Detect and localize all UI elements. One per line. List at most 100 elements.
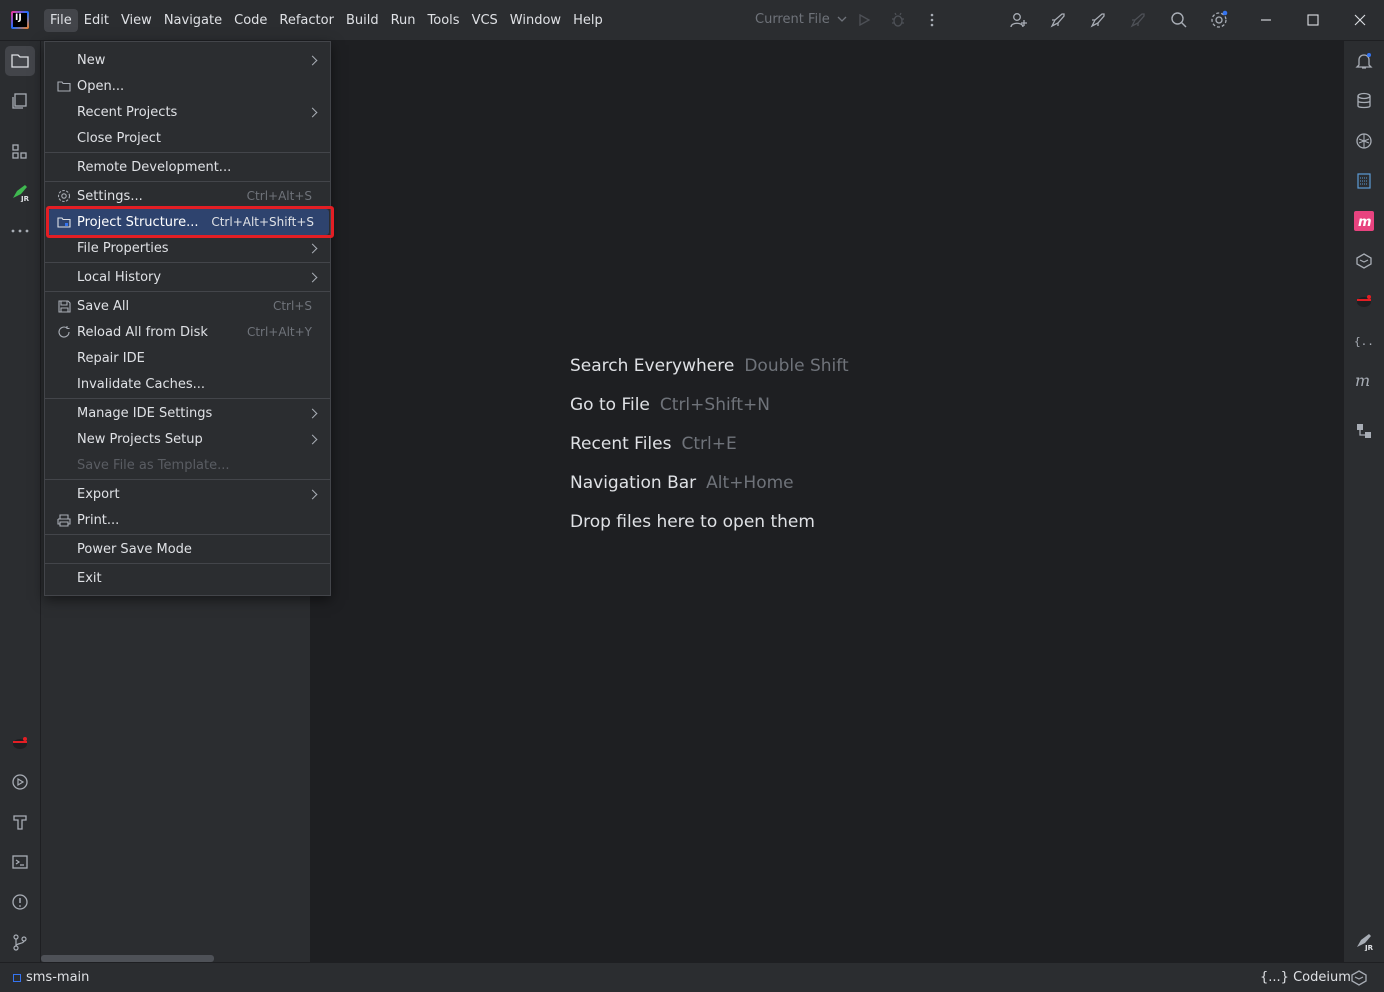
svg-text:m: m (1355, 373, 1370, 389)
submenu-arrow-icon (307, 55, 318, 65)
add-user-icon[interactable] (1009, 10, 1029, 30)
menu-item-recent-projects[interactable]: Recent Projects (45, 99, 330, 125)
bookmarks-icon[interactable] (10, 91, 30, 111)
build-hammer-icon[interactable] (10, 812, 30, 832)
status-codeium-widget[interactable]: {...} Codeium (1260, 970, 1351, 985)
json-braces-icon[interactable]: {..} (1354, 331, 1374, 351)
menu-navigate[interactable]: Navigate (158, 9, 228, 32)
search-icon[interactable] (1169, 10, 1189, 30)
menu-tools[interactable]: Tools (422, 9, 466, 32)
intellij-logo-icon[interactable]: IJ (11, 11, 29, 29)
maven-m-icon[interactable]: m (1354, 371, 1374, 391)
status-codeium-icon[interactable] (1349, 968, 1369, 988)
ai-assistant-icon[interactable] (1354, 131, 1374, 151)
menu-separator (45, 152, 330, 153)
git-branch-icon[interactable] (10, 932, 30, 952)
menu-item-open[interactable]: Open... (45, 73, 330, 99)
hint-drop-files: Drop files here to open them (570, 512, 815, 532)
menu-item-export[interactable]: Export (45, 481, 330, 507)
menu-item-power-save-mode[interactable]: Power Save Mode (45, 536, 330, 562)
diagram-icon[interactable] (1354, 421, 1374, 441)
rocket-alt-icon[interactable] (1088, 10, 1108, 30)
menu-item-close-project[interactable]: Close Project (45, 125, 330, 151)
status-project-breadcrumb[interactable]: sms-main (13, 970, 89, 985)
services-run-icon[interactable] (10, 772, 30, 792)
menu-item-remote-development[interactable]: Remote Development... (45, 154, 330, 180)
maximize-icon[interactable] (1303, 10, 1323, 30)
document-grid-icon[interactable] (1354, 171, 1374, 191)
hint-recent-files: Recent Files Ctrl+E (570, 434, 737, 454)
folder-icon (56, 78, 72, 94)
jrebel-icon[interactable]: JR (10, 182, 30, 202)
project-name: sms-main (26, 970, 90, 985)
title-bar: IJ File Edit View Navigate Code Refactor… (0, 0, 1384, 41)
menu-item-print[interactable]: Print... (45, 507, 330, 533)
submenu-arrow-icon (307, 408, 318, 418)
svg-text:JR: JR (20, 195, 30, 202)
jrebel-right-icon[interactable]: JR (1354, 931, 1374, 951)
project-folder-icon[interactable] (5, 46, 35, 76)
terminal-icon[interactable] (10, 852, 30, 872)
menu-item-manage-ide-settings[interactable]: Manage IDE Settings (45, 400, 330, 426)
svg-text:JR: JR (1364, 944, 1374, 951)
hint-label: Go to File (570, 395, 650, 415)
menu-item-exit[interactable]: Exit (45, 565, 330, 591)
more-horizontal-icon[interactable] (10, 221, 30, 241)
submenu-arrow-icon (307, 434, 318, 444)
reload-icon (56, 324, 72, 340)
run-config-selector[interactable]: Current File (755, 12, 847, 27)
menu-item-local-history[interactable]: Local History (45, 264, 330, 290)
run-icon[interactable] (854, 10, 874, 30)
menu-item-invalidate-caches[interactable]: Invalidate Caches... (45, 371, 330, 397)
main-menu-bar: File Edit View Navigate Code Refactor Bu… (44, 0, 609, 41)
hint-label: Recent Files (570, 434, 672, 454)
menu-item-save-all[interactable]: Save All Ctrl+S (45, 293, 330, 319)
menu-help[interactable]: Help (567, 9, 609, 32)
hint-shortcut: Double Shift (744, 356, 849, 376)
menu-window[interactable]: Window (504, 9, 567, 32)
svg-text:{..}: {..} (1354, 335, 1374, 348)
menu-item-file-properties[interactable]: File Properties (45, 235, 330, 261)
notifications-bell-icon[interactable] (1354, 51, 1374, 71)
hint-go-to-file: Go to File Ctrl+Shift+N (570, 395, 770, 415)
rocket-icon[interactable] (1048, 10, 1068, 30)
close-icon[interactable] (1350, 10, 1370, 30)
database-icon[interactable] (1354, 91, 1374, 111)
menu-item-new[interactable]: New (45, 47, 330, 73)
hint-shortcut: Alt+Home (706, 473, 794, 493)
menu-run[interactable]: Run (385, 9, 422, 32)
more-vertical-icon[interactable] (922, 10, 942, 30)
gear-icon (56, 188, 72, 204)
menu-separator (45, 291, 330, 292)
submenu-arrow-icon (307, 272, 318, 282)
menu-code[interactable]: Code (228, 9, 273, 32)
structure-icon[interactable] (10, 142, 30, 162)
menu-file[interactable]: File (44, 9, 78, 32)
menu-item-repair-ide[interactable]: Repair IDE (45, 345, 330, 371)
menu-item-reload-all[interactable]: Reload All from Disk Ctrl+Alt+Y (45, 319, 330, 345)
menu-item-new-projects-setup[interactable]: New Projects Setup (45, 426, 330, 452)
minimize-icon[interactable] (1256, 10, 1276, 30)
codeium-icon[interactable] (1354, 251, 1374, 271)
horizontal-scrollbar[interactable] (41, 955, 214, 962)
menu-item-save-file-as-template: Save File as Template... (77, 457, 230, 473)
menu-refactor[interactable]: Refactor (273, 9, 340, 32)
rocket-disabled-icon[interactable] (1128, 10, 1148, 30)
left-tool-window-bar: JR (0, 41, 41, 962)
mybatis-m-icon[interactable]: m (1354, 211, 1374, 231)
settings-gear-icon[interactable] (1209, 10, 1229, 30)
chevron-down-icon (837, 16, 847, 22)
hint-label: Drop files here to open them (570, 512, 815, 532)
menu-view[interactable]: View (115, 9, 158, 32)
menu-vcs[interactable]: VCS (466, 9, 504, 32)
right-tool-window-bar: m {..} m JR (1343, 41, 1384, 962)
problems-icon[interactable] (10, 892, 30, 912)
menu-separator (45, 262, 330, 263)
menu-edit[interactable]: Edit (78, 9, 115, 32)
ninja-plugin-icon[interactable] (10, 733, 30, 753)
menu-build[interactable]: Build (340, 9, 385, 32)
debug-icon[interactable] (888, 10, 908, 30)
hint-shortcut: Ctrl+E (681, 434, 737, 454)
print-icon (56, 512, 72, 528)
ninja-plugin-right-icon[interactable] (1354, 291, 1374, 311)
